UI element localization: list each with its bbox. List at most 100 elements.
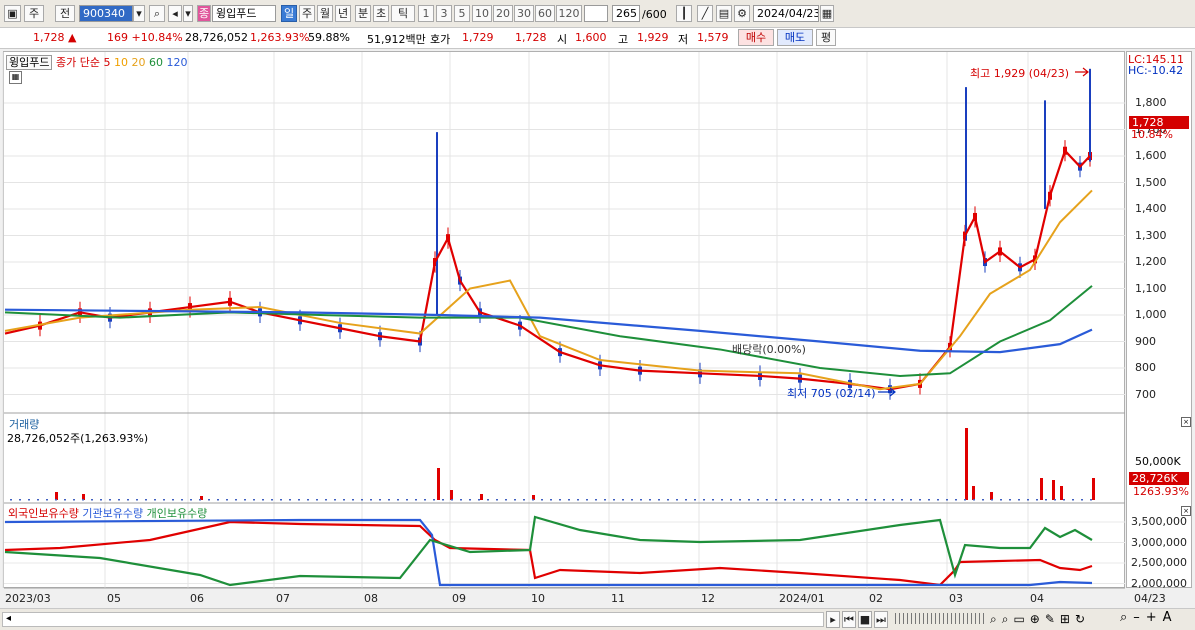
volume-bar <box>244 499 246 501</box>
volume-bar <box>1009 499 1011 501</box>
volume-current-tag: 28,726K <box>1129 472 1189 485</box>
volume-bar <box>208 499 210 501</box>
next-icon[interactable]: ▸ <box>826 611 840 628</box>
last-icon[interactable]: ⏭ <box>874 611 888 628</box>
moving-average-lines <box>4 148 1093 391</box>
price-tick: 800 <box>1135 361 1156 374</box>
volume-bar <box>487 499 489 501</box>
close-icon[interactable]: × <box>1181 417 1191 427</box>
legend-stock-name[interactable]: 윙입푸드 <box>6 55 53 70</box>
volume-bar <box>334 499 336 501</box>
volume-bar <box>856 499 858 501</box>
volume-bar <box>514 499 516 501</box>
zoom-slider[interactable] <box>895 613 985 624</box>
legend-ma10: 10 <box>113 56 128 69</box>
volume-bar <box>469 499 471 501</box>
volume-bar <box>505 499 507 501</box>
volume-bar <box>667 499 669 501</box>
volume-bar <box>190 499 192 501</box>
volume-bar <box>82 499 84 501</box>
volume-bar <box>847 499 849 501</box>
volume-bar <box>838 499 840 501</box>
volume-bar <box>631 499 633 501</box>
volume-bar <box>748 499 750 501</box>
high-arrow <box>1075 67 1089 77</box>
volume-bar <box>451 499 453 501</box>
view-tools[interactable]: ⌕⌕▭⊕✎⊞↻ <box>990 612 1090 627</box>
volume-bar <box>1000 499 1002 501</box>
volume-bar <box>1040 478 1043 500</box>
bottom-bar: ◂ ▸ ⏮ ■ ⏭ ⌕⌕▭⊕✎⊞↻ ⌕–+A <box>0 608 1195 630</box>
volume-bar <box>480 494 483 500</box>
chart-legend: 윙입푸드 종가 단순 5 10 20 60 120 <box>6 54 187 70</box>
volume-bar <box>766 499 768 501</box>
price-tick: 1,100 <box>1135 281 1167 295</box>
holdings-tick: 2,500,000 <box>1131 556 1187 569</box>
volume-bar <box>496 499 498 501</box>
volume-bar <box>343 499 345 501</box>
x-tick: 06 <box>190 592 204 605</box>
first-icon[interactable]: ⏮ <box>842 611 856 628</box>
holdings-tick: 2,000,000 <box>1131 576 1187 590</box>
dividend-annotation: 배당락(0.00%) <box>732 343 806 356</box>
legend-ma-label: 종가 단순 <box>55 56 100 69</box>
volume-bar <box>46 499 48 501</box>
volume-bar <box>973 499 975 501</box>
volume-bar <box>1060 486 1063 500</box>
volume-bar <box>127 499 129 501</box>
volume-bar <box>235 499 237 501</box>
volume-bar <box>1018 499 1020 501</box>
volume-bar <box>577 499 579 501</box>
legend-foreign: 외국인보유수량 <box>8 507 79 520</box>
volume-bar <box>19 499 21 501</box>
horizontal-scrollbar[interactable] <box>2 612 824 627</box>
volume-bar <box>397 499 399 501</box>
legend-institution: 기관보유수량 <box>82 507 144 520</box>
volume-bar <box>1072 499 1074 501</box>
x-tick: 07 <box>276 592 290 605</box>
ma5-line <box>4 148 1091 391</box>
volume-bar <box>37 499 39 501</box>
volume-bar <box>640 499 642 501</box>
volume-bar <box>991 499 993 501</box>
volume-bar <box>946 499 948 501</box>
volume-bar <box>28 499 30 501</box>
volume-bar <box>820 499 822 501</box>
volume-bar <box>793 499 795 501</box>
x-tick: 2023/03 <box>5 592 51 605</box>
x-tick: 05 <box>107 592 121 605</box>
zoom-controls[interactable]: ⌕–+A <box>1120 610 1178 625</box>
volume-bar <box>172 499 174 501</box>
volume-bar <box>55 499 57 501</box>
chevron-left-icon[interactable]: ◂ <box>6 613 11 624</box>
volume-bar <box>784 499 786 501</box>
volume-bar <box>64 499 66 501</box>
volume-bar <box>1081 499 1083 501</box>
price-tick: 1,500 <box>1135 175 1167 189</box>
volume-bar <box>370 499 372 501</box>
volume-bar <box>928 499 930 501</box>
volume-bar <box>982 499 984 501</box>
current-percent-tag: 10.84% <box>1131 128 1173 141</box>
volume-bar <box>685 499 687 501</box>
x-tick: 10 <box>531 592 545 605</box>
volume-current-percent: 1263.93% <box>1133 485 1189 498</box>
table-icon[interactable]: ▦ <box>9 71 22 84</box>
stop-icon[interactable]: ■ <box>858 611 872 628</box>
x-axis-end: 04/23 <box>1134 592 1166 605</box>
volume-bar <box>622 499 624 501</box>
x-tick: 03 <box>949 592 963 605</box>
volume-bar <box>298 499 300 501</box>
x-tick: 09 <box>452 592 466 605</box>
ma20-line <box>4 189 1093 391</box>
volume-bar <box>136 499 138 501</box>
ma60-line <box>4 285 1093 377</box>
volume-bar <box>91 499 93 501</box>
holdings-tick: 3,000,000 <box>1131 535 1187 549</box>
volume-bars <box>10 428 1095 501</box>
volume-bar <box>388 499 390 501</box>
volume-bar <box>532 499 534 501</box>
price-tick: 1,600 <box>1135 149 1167 162</box>
volume-bar <box>892 499 894 501</box>
volume-bar <box>910 499 912 501</box>
